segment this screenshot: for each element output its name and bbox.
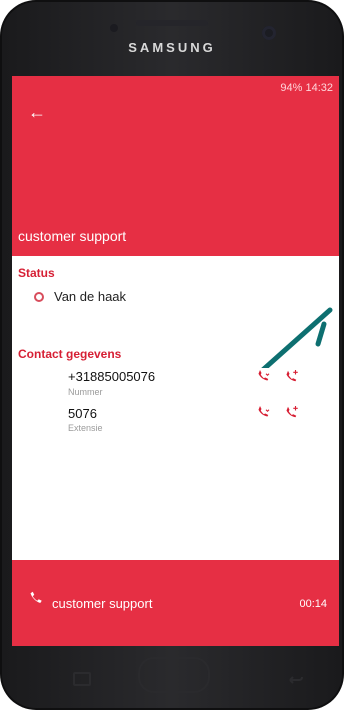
brand-logo: SAMSUNG (128, 40, 216, 55)
status-heading: Status (18, 266, 55, 280)
call-duration: 00:14 (299, 598, 327, 610)
status-row: Van de haak (34, 289, 126, 304)
home-button[interactable] (138, 657, 210, 693)
active-call-bar[interactable]: customer support 00:14 (12, 560, 339, 646)
contact-extension-label: Extensie (68, 423, 103, 433)
proximity-sensor (110, 24, 118, 32)
page-title: customer support (18, 228, 127, 244)
status-bar: 94% 14:32 (280, 82, 333, 94)
contact-heading: Contact gegevens (18, 347, 122, 361)
nav-back-icon[interactable] (288, 674, 304, 684)
phone-icon (30, 591, 42, 603)
status-radio-icon[interactable] (34, 291, 44, 302)
call-extension-icon[interactable] (252, 406, 274, 424)
contact-number: +31885005076 (68, 369, 156, 384)
transfer-extension-icon[interactable] (280, 406, 302, 424)
call-number-icon[interactable] (252, 370, 274, 388)
front-camera (262, 26, 276, 40)
call-label: customer support (52, 596, 153, 611)
speaker-grille (136, 20, 208, 26)
status-value: Van de haak (54, 289, 127, 304)
back-arrow-icon[interactable]: ← (28, 102, 46, 123)
contact-number-label: Nummer (68, 387, 103, 397)
phone-frame: SAMSUNG 94% 14:32 ← customer support Sta… (0, 0, 344, 710)
transfer-number-icon[interactable] (280, 370, 302, 388)
app-header: 94% 14:32 ← customer support (12, 76, 339, 256)
contact-extension: 5076 (68, 406, 97, 421)
recent-apps-icon[interactable] (73, 672, 91, 686)
annotation-pointer (261, 307, 333, 368)
